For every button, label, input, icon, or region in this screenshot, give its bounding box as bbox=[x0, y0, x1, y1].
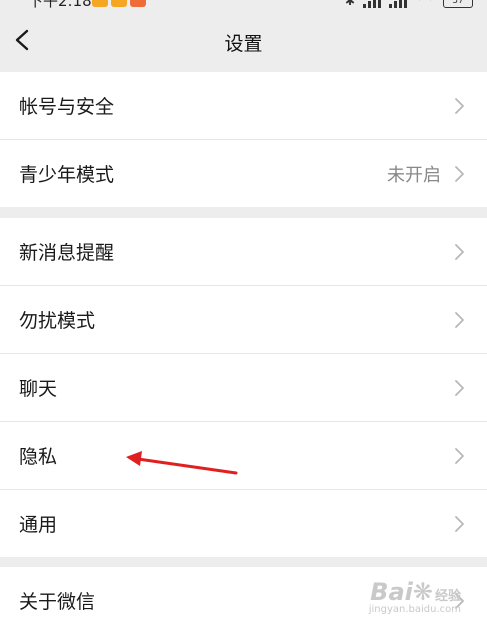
settings-item-chat[interactable]: 聊天 bbox=[0, 354, 487, 422]
settings-item-label: 关于微信 bbox=[19, 591, 96, 613]
baidu-jingyan-watermark: Bai❋ 经验 jingyan.baidu.com bbox=[369, 580, 461, 615]
settings-item-label: 通用 bbox=[19, 514, 58, 536]
settings-item-teen-mode[interactable]: 青少年模式 未开启 bbox=[0, 140, 487, 207]
page-title: 设置 bbox=[224, 33, 263, 55]
chevron-right-icon bbox=[455, 311, 464, 328]
chevron-right-icon bbox=[455, 379, 464, 396]
status-bar: 下午2:18 ··· ✱ 37 bbox=[0, 0, 487, 8]
watermark-url: jingyan.baidu.com bbox=[368, 604, 461, 615]
watermark-brand-suffix: 经验 bbox=[434, 589, 461, 604]
settings-item-do-not-disturb[interactable]: 勿扰模式 bbox=[0, 286, 487, 354]
status-right: ✱ 37 bbox=[345, 0, 473, 8]
signal-icon bbox=[363, 0, 381, 8]
chevron-right-icon bbox=[455, 243, 464, 260]
battery-icon: 37 bbox=[443, 0, 473, 8]
settings-item-label: 勿扰模式 bbox=[19, 310, 96, 332]
settings-group-general: 新消息提醒 勿扰模式 聊天 隐私 通用 bbox=[0, 218, 487, 557]
settings-group-account: 帐号与安全 青少年模式 未开启 bbox=[0, 72, 487, 207]
settings-item-label: 新消息提醒 bbox=[19, 242, 115, 264]
bluetooth-icon: ✱ bbox=[344, 0, 355, 8]
settings-item-general[interactable]: 通用 bbox=[0, 490, 487, 557]
settings-item-privacy[interactable]: 隐私 bbox=[0, 422, 487, 490]
nav-bar: 设置 bbox=[0, 8, 487, 72]
settings-item-account-security[interactable]: 帐号与安全 bbox=[0, 72, 487, 140]
status-time: 下午2:18 bbox=[28, 0, 92, 8]
baidu-paw-logo: ❋ bbox=[412, 578, 433, 606]
chevron-right-icon bbox=[455, 165, 464, 182]
watermark-brand: Bai bbox=[370, 578, 413, 606]
settings-item-label: 青少年模式 bbox=[19, 164, 115, 186]
chevron-right-icon bbox=[455, 447, 464, 464]
notification-app-icon bbox=[111, 0, 127, 7]
notification-app-icon bbox=[130, 0, 146, 7]
notification-app-icon bbox=[92, 0, 108, 7]
signal-icon bbox=[389, 0, 407, 8]
settings-item-new-message-alerts[interactable]: 新消息提醒 bbox=[0, 218, 487, 286]
status-app-icons bbox=[92, 0, 146, 7]
wifi-icon bbox=[415, 0, 435, 8]
settings-item-label: 聊天 bbox=[19, 378, 58, 400]
chevron-right-icon bbox=[455, 515, 464, 532]
chevron-right-icon bbox=[455, 97, 464, 114]
more-notifications-icon: ··· bbox=[170, 0, 187, 8]
settings-item-label: 帐号与安全 bbox=[19, 96, 115, 118]
settings-item-label: 隐私 bbox=[19, 446, 58, 468]
teen-mode-status: 未开启 bbox=[387, 164, 441, 186]
